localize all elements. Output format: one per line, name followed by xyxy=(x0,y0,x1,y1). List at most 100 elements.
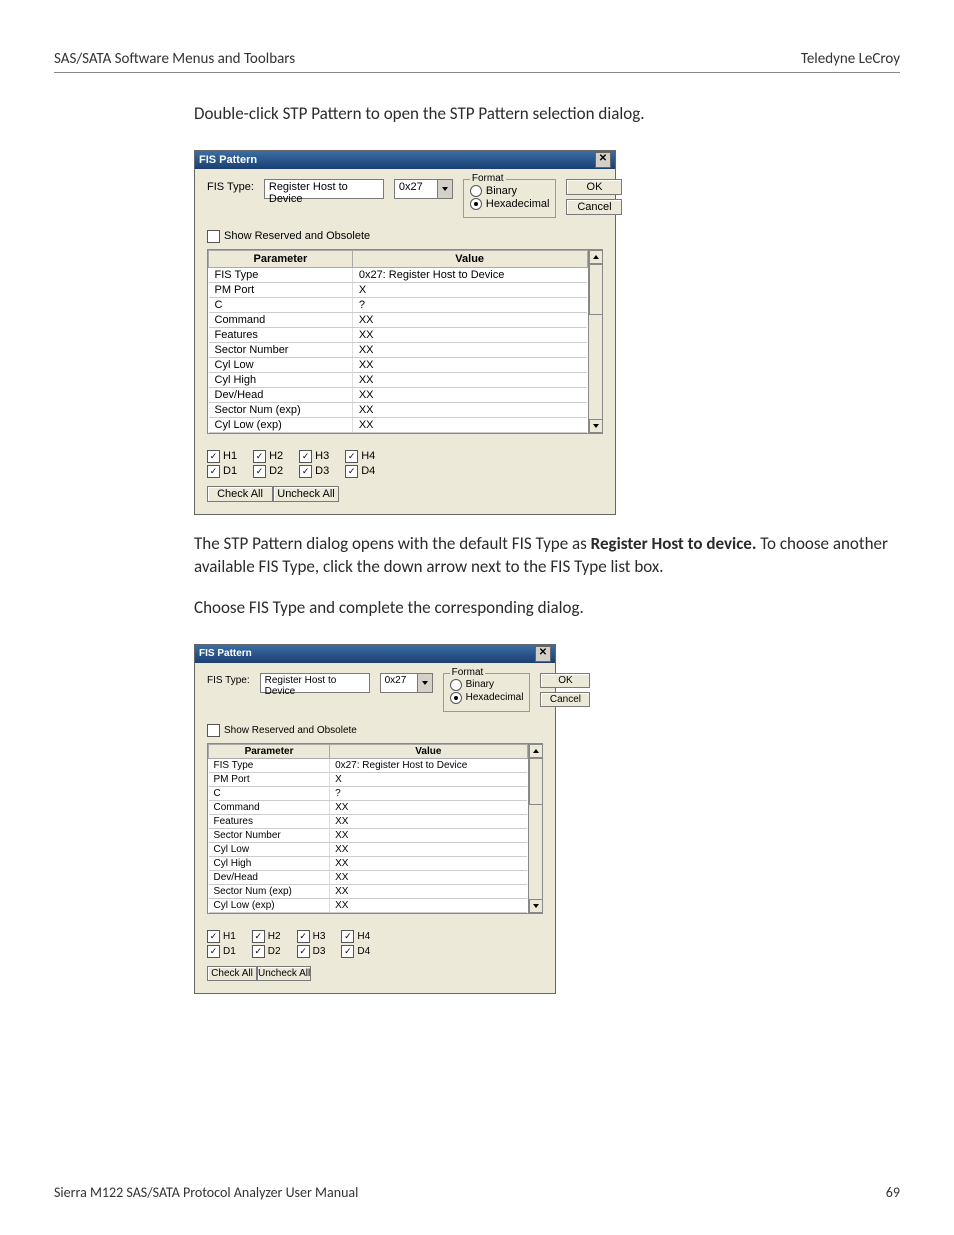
footer-page-number: 69 xyxy=(886,1184,900,1201)
col-parameter: Parameter xyxy=(209,744,330,758)
paragraph-intro: Double-click STP Pattern to open the STP… xyxy=(194,103,894,126)
col-value: Value xyxy=(352,250,587,267)
table-row: Cyl Low (exp)XX xyxy=(209,417,588,432)
fis-code-value: 0x27 xyxy=(381,674,417,692)
checkbox-h4[interactable]: ✓H4 xyxy=(341,930,370,943)
scroll-up-icon[interactable] xyxy=(589,250,603,264)
fis-type-value: Register Host to Device xyxy=(261,674,369,692)
table-row: PM PortX xyxy=(209,772,528,786)
table-row: PM PortX xyxy=(209,282,588,297)
checkbox-h3[interactable]: ✓H3 xyxy=(297,930,326,943)
scroll-thumb[interactable] xyxy=(589,264,603,315)
table-row: FeaturesXX xyxy=(209,327,588,342)
check-all-button[interactable]: Check All xyxy=(207,486,273,502)
checkbox-d3[interactable]: ✓D3 xyxy=(299,465,329,478)
table-row: Sector Num (exp)XX xyxy=(209,884,528,898)
table-row: C? xyxy=(209,297,588,312)
table-row: Cyl HighXX xyxy=(209,372,588,387)
close-icon[interactable]: ✕ xyxy=(595,152,611,168)
radio-binary[interactable]: Binary xyxy=(450,679,524,691)
table-row: Cyl HighXX xyxy=(209,856,528,870)
checkbox-h3[interactable]: ✓H3 xyxy=(299,450,329,463)
show-reserved-label: Show Reserved and Obsolete xyxy=(224,230,370,242)
scrollbar[interactable] xyxy=(588,250,602,433)
show-reserved-label: Show Reserved and Obsolete xyxy=(224,725,357,736)
fis-type-label: FIS Type: xyxy=(207,179,254,193)
table-row: FIS Type0x27: Register Host to Device xyxy=(209,267,588,282)
scrollbar[interactable] xyxy=(528,744,542,913)
scroll-down-icon[interactable] xyxy=(589,419,603,433)
parameter-table: Parameter Value FIS Type0x27: Register H… xyxy=(207,743,543,914)
table-row: Sector NumberXX xyxy=(209,828,528,842)
header-right: Teledyne LeCroy xyxy=(801,50,900,68)
chevron-down-icon[interactable] xyxy=(437,180,452,198)
checkbox-d2[interactable]: ✓D2 xyxy=(253,465,283,478)
checkbox-h1[interactable]: ✓H1 xyxy=(207,450,237,463)
paragraph-choose-fis: Choose FIS Type and complete the corresp… xyxy=(194,597,894,620)
close-icon[interactable]: ✕ xyxy=(535,646,551,662)
table-row: CommandXX xyxy=(209,800,528,814)
scroll-up-icon[interactable] xyxy=(529,744,543,758)
cancel-button[interactable]: Cancel xyxy=(540,692,590,707)
checkbox-h2[interactable]: ✓H2 xyxy=(253,450,283,463)
checkbox-d4[interactable]: ✓D4 xyxy=(341,945,370,958)
chevron-down-icon[interactable] xyxy=(417,674,432,692)
ok-button[interactable]: OK xyxy=(540,673,590,688)
dialog-title: FIS Pattern xyxy=(199,151,257,169)
fis-type-label: FIS Type: xyxy=(207,673,250,686)
fis-code-select[interactable]: 0x27 xyxy=(394,179,453,199)
port-checkboxes: ✓H1 ✓H2 ✓H3 ✓H4 ✓D1 ✓D2 ✓D3 ✓D4 xyxy=(207,450,603,478)
show-reserved-checkbox[interactable] xyxy=(207,230,220,243)
checkbox-d1[interactable]: ✓D1 xyxy=(207,945,236,958)
checkbox-d4[interactable]: ✓D4 xyxy=(345,465,375,478)
table-row: Sector Num (exp)XX xyxy=(209,402,588,417)
dialog-title: FIS Pattern xyxy=(199,645,252,663)
fis-type-value: Register Host to Device xyxy=(265,180,383,198)
scroll-thumb[interactable] xyxy=(529,758,543,805)
uncheck-all-button[interactable]: Uncheck All xyxy=(257,966,311,981)
check-all-button[interactable]: Check All xyxy=(207,966,257,981)
checkbox-h1[interactable]: ✓H1 xyxy=(207,930,236,943)
checkbox-h2[interactable]: ✓H2 xyxy=(252,930,281,943)
radio-binary[interactable]: Binary xyxy=(470,185,550,197)
table-row: Cyl LowXX xyxy=(209,357,588,372)
format-legend: Format xyxy=(450,667,486,678)
fis-type-select[interactable]: Register Host to Device xyxy=(264,179,384,199)
format-group: Format Binary Hexadecimal xyxy=(443,673,531,712)
port-checkboxes: ✓H1 ✓H2 ✓H3 ✓H4 ✓D1 ✓D2 ✓D3 ✓D4 xyxy=(207,930,543,958)
fis-pattern-dialog-small: FIS Pattern ✕ FIS Type: Register Host to… xyxy=(194,644,556,994)
dialog-titlebar[interactable]: FIS Pattern ✕ xyxy=(195,645,555,663)
header-rule xyxy=(54,72,900,73)
table-row: Cyl LowXX xyxy=(209,842,528,856)
checkbox-d2[interactable]: ✓D2 xyxy=(252,945,281,958)
fis-code-select[interactable]: 0x27 xyxy=(380,673,433,693)
cancel-button[interactable]: Cancel xyxy=(566,199,622,215)
checkbox-d3[interactable]: ✓D3 xyxy=(297,945,326,958)
table-row: Sector NumberXX xyxy=(209,342,588,357)
col-value: Value xyxy=(330,744,528,758)
col-parameter: Parameter xyxy=(209,250,353,267)
format-legend: Format xyxy=(470,173,506,184)
table-row: FIS Type0x27: Register Host to Device xyxy=(209,758,528,772)
dialog-titlebar[interactable]: FIS Pattern ✕ xyxy=(195,151,615,169)
fis-pattern-dialog: FIS Pattern ✕ FIS Type: Register Host to… xyxy=(194,150,616,515)
paragraph-default-fis: The STP Pattern dialog opens with the de… xyxy=(194,533,894,579)
uncheck-all-button[interactable]: Uncheck All xyxy=(273,486,339,502)
ok-button[interactable]: OK xyxy=(566,179,622,195)
table-row: FeaturesXX xyxy=(209,814,528,828)
radio-hex[interactable]: Hexadecimal xyxy=(470,198,550,210)
parameter-table: Parameter Value FIS Type0x27: Register H… xyxy=(207,249,603,434)
checkbox-h4[interactable]: ✓H4 xyxy=(345,450,375,463)
footer-left: Sierra M122 SAS/SATA Protocol Analyzer U… xyxy=(54,1184,358,1201)
table-row: CommandXX xyxy=(209,312,588,327)
fis-code-value: 0x27 xyxy=(395,180,437,198)
header-left: SAS/SATA Software Menus and Toolbars xyxy=(54,50,295,68)
show-reserved-checkbox[interactable] xyxy=(207,724,220,737)
radio-hex[interactable]: Hexadecimal xyxy=(450,692,524,704)
scroll-down-icon[interactable] xyxy=(529,899,543,913)
checkbox-d1[interactable]: ✓D1 xyxy=(207,465,237,478)
fis-type-select[interactable]: Register Host to Device xyxy=(260,673,370,693)
table-row: Cyl Low (exp)XX xyxy=(209,898,528,912)
table-row: C? xyxy=(209,786,528,800)
table-row: Dev/HeadXX xyxy=(209,387,588,402)
